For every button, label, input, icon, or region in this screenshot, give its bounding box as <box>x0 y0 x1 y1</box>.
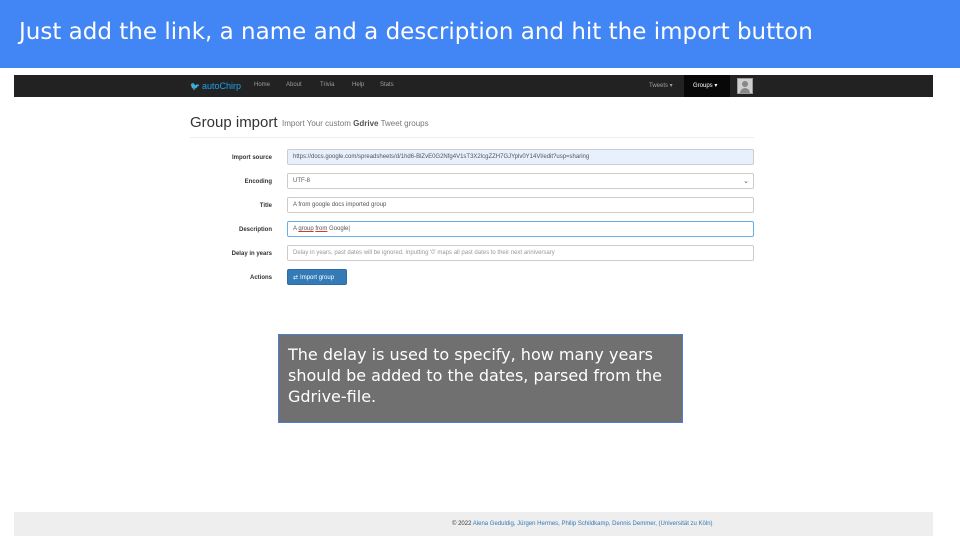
tweets-dropdown[interactable]: Tweets ▾ <box>649 82 673 89</box>
encoding-label: Encoding <box>244 179 272 185</box>
main-content: Group import Import Your custom Gdrive T… <box>14 97 933 512</box>
avatar[interactable] <box>737 78 753 94</box>
import-button-label: Import group <box>300 275 335 281</box>
subtitle-prefix: Import Your custom <box>282 119 354 128</box>
nav-home[interactable]: Home <box>254 82 270 88</box>
import-source-label: Import source <box>231 155 272 161</box>
footer-text: © 2022 Alena Geduldig, Jürgen Hermes, Ph… <box>452 521 713 527</box>
description-label: Description <box>238 227 272 233</box>
slide-title: Just add the link, a name and a descript… <box>19 19 813 45</box>
page-title: Group import <box>190 114 278 131</box>
brand-name: autoChirp <box>201 81 241 91</box>
page-subtitle: Import Your custom Gdrive Tweet groups <box>282 119 429 128</box>
nav-help[interactable]: Help <box>352 82 364 88</box>
subtitle-suffix: Tweet groups <box>378 119 429 128</box>
text-cursor: | <box>348 226 350 232</box>
footer-prefix: © 2022 <box>452 521 473 527</box>
navbar: 🐦 autoChirp Home About Trivia Help Stats … <box>14 75 933 97</box>
note-text: The delay is used to specify, how many y… <box>288 345 662 406</box>
footer-authors-link[interactable]: Alena Geduldig, Jürgen Hermes, Philip Sc… <box>473 521 657 527</box>
title-input[interactable]: A from google docs imported group <box>287 197 754 213</box>
swap-icon: ⇄ <box>293 275 299 281</box>
brand-link[interactable]: 🐦 autoChirp <box>190 81 241 91</box>
groups-dropdown[interactable]: Groups ▾ <box>684 75 730 97</box>
slide-header: Just add the link, a name and a descript… <box>0 0 960 68</box>
actions-label: Actions <box>249 275 272 281</box>
groups-dropdown-label: Groups ▾ <box>693 83 718 89</box>
description-text-b: group <box>298 226 314 232</box>
delay-label: Delay in years <box>231 251 272 257</box>
nav-trivia[interactable]: Trivia <box>320 82 334 88</box>
app-screenshot: 🐦 autoChirp Home About Trivia Help Stats … <box>14 75 933 536</box>
nav-about[interactable]: About <box>286 82 302 88</box>
description-text-e: Google <box>327 226 349 232</box>
delay-placeholder: Delay in years, past dates will be ignor… <box>293 250 555 256</box>
chevron-down-icon: ⌄ <box>743 178 749 185</box>
footer: © 2022 Alena Geduldig, Jürgen Hermes, Ph… <box>14 512 933 536</box>
description-text-d: from <box>315 226 328 232</box>
title-divider <box>190 137 754 138</box>
encoding-value: UTF-8 <box>293 178 310 184</box>
twitter-bird-icon: 🐦 <box>190 82 200 91</box>
import-source-input[interactable]: https://docs.google.com/spreadsheets/d/1… <box>287 149 754 165</box>
delay-explanation-note: The delay is used to specify, how many y… <box>278 334 683 423</box>
title-label: Title <box>259 203 272 209</box>
description-input[interactable]: A group from Google| <box>287 221 754 237</box>
nav-stats[interactable]: Stats <box>380 82 394 88</box>
subtitle-bold: Gdrive <box>353 119 379 128</box>
encoding-select[interactable]: UTF-8 ⌄ <box>287 173 754 189</box>
import-group-button[interactable]: ⇄ Import group <box>287 269 347 285</box>
delay-input[interactable]: Delay in years, past dates will be ignor… <box>287 245 754 261</box>
footer-university-link[interactable]: (Universität zu Köln) <box>657 521 713 527</box>
